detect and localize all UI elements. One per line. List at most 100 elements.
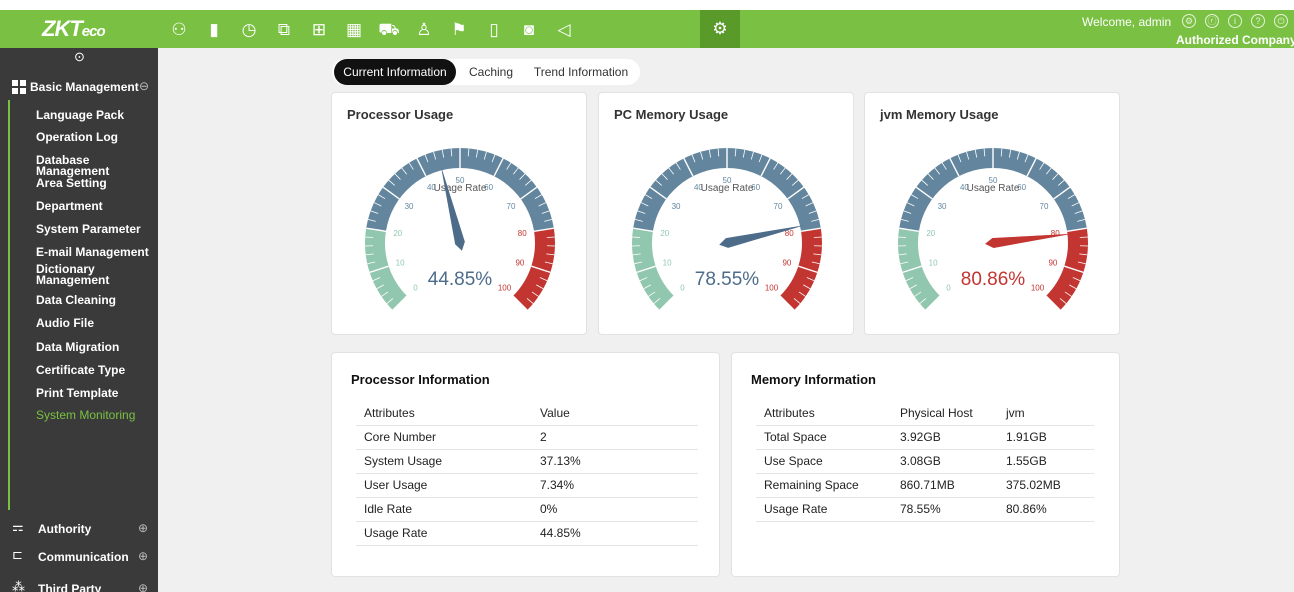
sidebar-item-data-cleaning[interactable]: Data Cleaning [36, 294, 166, 306]
gauge-tick-label: 70 [774, 202, 783, 211]
locker-icon[interactable]: ▯ [483, 19, 505, 41]
sidebar-group-label: Authority [38, 522, 92, 536]
gauge-minor-tick [1079, 236, 1088, 238]
gauge-tick-label: 20 [926, 229, 935, 238]
gauge-tick-label: 20 [393, 229, 402, 238]
gauge-tick-label: 0 [946, 284, 951, 293]
gauge-tick-label: 30 [938, 202, 947, 211]
sidebar-item-language-pack[interactable]: Language Pack [36, 109, 166, 121]
gauge-center-label: Usage Rate [701, 183, 754, 194]
sidebar-group-third-party[interactable]: ⁂ Third Party ⊕ [0, 576, 158, 592]
expand-plus-icon[interactable]: ⊕ [138, 581, 148, 592]
gauge-band-high [1046, 228, 1088, 311]
table-row: Total Space 3.92GB 1.91GB [756, 425, 1094, 450]
sidebar-item-department[interactable]: Department [36, 200, 166, 212]
gauge-tick-label: 100 [765, 284, 779, 293]
sidebar-item-operation-log[interactable]: Operation Log [36, 131, 166, 143]
gauge-tick-label: 10 [396, 258, 405, 267]
help-icon[interactable]: ? [1251, 14, 1265, 28]
sidebar-item-dictionary-management[interactable]: Dictionary Management [36, 263, 136, 286]
access-icon[interactable]: ▮ [203, 19, 225, 41]
gauge-value-label: 44.85% [428, 269, 493, 290]
attendance-icon[interactable]: ◷ [238, 19, 260, 41]
logout-icon[interactable]: ⏻ [1274, 14, 1288, 28]
table-cell: 3.08GB [892, 449, 998, 474]
table-header-row: Attributes Physical Host jvm [756, 401, 1094, 426]
sidebar-item-system-parameter[interactable]: System Parameter [36, 223, 166, 235]
collapse-sidebar-icon[interactable]: ⊙ [74, 49, 85, 65]
gauge-minor-tick [365, 236, 374, 238]
tab-trend-information[interactable]: Trend Information [528, 59, 634, 85]
system-settings-icon[interactable]: ⚙ [700, 10, 740, 48]
table-cell: 7.34% [532, 473, 698, 498]
visitor-icon[interactable]: ⊞ [308, 19, 330, 41]
table-row: System Usage 37.13% [356, 449, 698, 474]
personnel-icon[interactable]: ⚇ [168, 19, 190, 41]
gauge-needle [985, 233, 1073, 248]
expand-plus-icon[interactable]: ⊕ [138, 521, 148, 535]
table-cell: 80.86% [998, 497, 1094, 522]
gauge-band-low [898, 228, 940, 311]
table-row: Use Space 3.08GB 1.55GB [756, 449, 1094, 474]
user-icon[interactable]: ⓡ [1205, 14, 1219, 28]
monitoring-tabs: Current Information Caching Trend Inform… [332, 59, 640, 85]
table-row: User Usage 7.34% [356, 473, 698, 498]
tab-current-information[interactable]: Current Information [334, 59, 456, 85]
gauge-minor-tick [632, 236, 641, 238]
collapse-minus-icon[interactable]: ⊖ [139, 79, 149, 93]
sidebar-item-database-management[interactable]: Database Management [36, 154, 166, 177]
car-icon[interactable]: ⛟ [378, 19, 400, 41]
sidebar-group-communication[interactable]: ⊏ Communication ⊕ [0, 544, 158, 570]
table-cell: Total Space [756, 425, 892, 450]
network-icon: ⁂ [12, 579, 25, 592]
video-icon[interactable]: ◙ [518, 19, 540, 41]
gauge-tick-label: 90 [782, 258, 791, 267]
info-icon[interactable]: i [1228, 14, 1242, 28]
table-cell: 78.55% [892, 497, 998, 522]
column-header: jvm [998, 401, 1094, 426]
gauge-value-label: 80.86% [961, 269, 1026, 290]
gauge-card-jvm-memory: jvm Memory Usage 0 10 20 30 40 50 60 70 80 90 100 U… [864, 92, 1120, 335]
tab-caching[interactable]: Caching [460, 59, 522, 85]
sidebar-item-data-migration[interactable]: Data Migration [36, 341, 166, 353]
gauge-tick-label: 70 [507, 202, 516, 211]
table-cell: 1.55GB [998, 449, 1094, 474]
settings-icon[interactable]: ⚙ [1182, 14, 1196, 28]
org-chart-icon: ⚎ [12, 519, 24, 534]
meeting-icon[interactable]: ⚑ [448, 19, 470, 41]
gauge-tick-label: 0 [680, 284, 685, 293]
gauge-tick-label: 30 [405, 202, 414, 211]
zkteco-logo: ZKTeco [42, 16, 106, 41]
table-cell: 1.91GB [998, 425, 1094, 450]
sidebar-item-email-management[interactable]: E-mail Management [36, 246, 166, 258]
gauge-band-high [513, 228, 555, 311]
gauge-value-label: 78.55% [695, 269, 760, 290]
sidebar-item-audio-file[interactable]: Audio File [36, 317, 166, 329]
table-cell: 37.13% [532, 449, 698, 474]
sidebar-group-authority[interactable]: ⚎ Authority ⊕ [0, 516, 158, 542]
parking-icon[interactable]: ▦ [343, 19, 365, 41]
authorized-company: Authorized Company: 1 [1176, 33, 1294, 47]
table-cell: 0% [532, 497, 698, 522]
sidebar-item-system-monitoring[interactable]: System Monitoring [36, 409, 166, 421]
sidebar-group-label: Third Party [38, 582, 102, 592]
sidebar-item-certificate-type[interactable]: Certificate Type [36, 364, 166, 376]
sidebar-item-print-template[interactable]: Print Template [36, 387, 166, 399]
expand-plus-icon[interactable]: ⊕ [138, 549, 148, 563]
gauge-band-high [780, 228, 822, 311]
consumption-icon[interactable]: ◁ [553, 19, 575, 41]
gauge-tick-label: 0 [413, 284, 418, 293]
patrol-icon[interactable]: ♙ [413, 19, 435, 41]
elevator-icon[interactable]: ⧉ [273, 19, 295, 41]
gauge-minor-tick [813, 236, 822, 238]
table-row: Usage Rate 78.55% 80.86% [756, 497, 1094, 522]
gauge-center-label: Usage Rate [434, 183, 487, 194]
table-cell: 2 [532, 425, 698, 450]
memory-information-table: Attributes Physical Host jvm Total Space… [756, 401, 1094, 522]
sidebar-item-area-setting[interactable]: Area Setting [36, 177, 166, 189]
sidebar-group-basic-management[interactable]: Basic Management ⊖ [0, 74, 158, 100]
table-cell: System Usage [356, 449, 532, 474]
welcome-text: Welcome, admin [1082, 15, 1172, 29]
pc-memory-usage-gauge: 0102030405060708090100Usage Rate78.55% [632, 147, 822, 311]
table-header-row: Attributes Value [356, 401, 698, 426]
